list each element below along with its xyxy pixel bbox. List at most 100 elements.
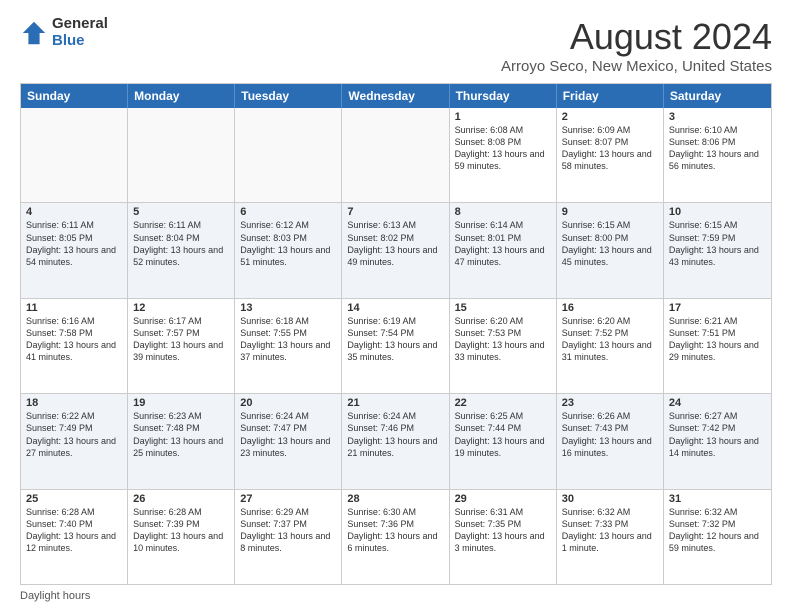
main-title: August 2024 [501, 16, 772, 58]
calendar-cell: 20Sunrise: 6:24 AM Sunset: 7:47 PM Dayli… [235, 394, 342, 488]
calendar-cell: 1Sunrise: 6:08 AM Sunset: 8:08 PM Daylig… [450, 108, 557, 202]
day-number: 10 [669, 206, 766, 218]
cell-content: Sunrise: 6:12 AM Sunset: 8:03 PM Dayligh… [240, 219, 336, 268]
day-number: 27 [240, 493, 336, 505]
calendar-cell: 24Sunrise: 6:27 AM Sunset: 7:42 PM Dayli… [664, 394, 771, 488]
calendar-cell: 2Sunrise: 6:09 AM Sunset: 8:07 PM Daylig… [557, 108, 664, 202]
cal-header-cell: Thursday [450, 84, 557, 108]
header: General Blue August 2024 Arroyo Seco, Ne… [20, 16, 772, 75]
day-number: 24 [669, 397, 766, 409]
day-number: 4 [26, 206, 122, 218]
cell-content: Sunrise: 6:22 AM Sunset: 7:49 PM Dayligh… [26, 410, 122, 459]
calendar-cell: 17Sunrise: 6:21 AM Sunset: 7:51 PM Dayli… [664, 299, 771, 393]
cell-content: Sunrise: 6:32 AM Sunset: 7:32 PM Dayligh… [669, 506, 766, 555]
day-number: 17 [669, 302, 766, 314]
calendar-body: 1Sunrise: 6:08 AM Sunset: 8:08 PM Daylig… [21, 108, 771, 584]
calendar-cell: 4Sunrise: 6:11 AM Sunset: 8:05 PM Daylig… [21, 203, 128, 297]
calendar-cell [21, 108, 128, 202]
cell-content: Sunrise: 6:24 AM Sunset: 7:46 PM Dayligh… [347, 410, 443, 459]
day-number: 7 [347, 206, 443, 218]
calendar-cell: 19Sunrise: 6:23 AM Sunset: 7:48 PM Dayli… [128, 394, 235, 488]
cal-header-cell: Friday [557, 84, 664, 108]
day-number: 2 [562, 111, 658, 123]
day-number: 23 [562, 397, 658, 409]
cell-content: Sunrise: 6:10 AM Sunset: 8:06 PM Dayligh… [669, 124, 766, 173]
day-number: 16 [562, 302, 658, 314]
cell-content: Sunrise: 6:21 AM Sunset: 7:51 PM Dayligh… [669, 315, 766, 364]
logo-blue: Blue [52, 33, 108, 50]
cell-content: Sunrise: 6:20 AM Sunset: 7:53 PM Dayligh… [455, 315, 551, 364]
cell-content: Sunrise: 6:23 AM Sunset: 7:48 PM Dayligh… [133, 410, 229, 459]
calendar-cell: 23Sunrise: 6:26 AM Sunset: 7:43 PM Dayli… [557, 394, 664, 488]
calendar-cell: 11Sunrise: 6:16 AM Sunset: 7:58 PM Dayli… [21, 299, 128, 393]
day-number: 1 [455, 111, 551, 123]
day-number: 26 [133, 493, 229, 505]
day-number: 22 [455, 397, 551, 409]
day-number: 13 [240, 302, 336, 314]
day-number: 15 [455, 302, 551, 314]
day-number: 20 [240, 397, 336, 409]
cell-content: Sunrise: 6:09 AM Sunset: 8:07 PM Dayligh… [562, 124, 658, 173]
cell-content: Sunrise: 6:16 AM Sunset: 7:58 PM Dayligh… [26, 315, 122, 364]
page: General Blue August 2024 Arroyo Seco, Ne… [0, 0, 792, 612]
cell-content: Sunrise: 6:26 AM Sunset: 7:43 PM Dayligh… [562, 410, 658, 459]
cell-content: Sunrise: 6:17 AM Sunset: 7:57 PM Dayligh… [133, 315, 229, 364]
day-number: 25 [26, 493, 122, 505]
calendar-cell: 6Sunrise: 6:12 AM Sunset: 8:03 PM Daylig… [235, 203, 342, 297]
calendar-header: SundayMondayTuesdayWednesdayThursdayFrid… [21, 84, 771, 108]
cal-header-cell: Saturday [664, 84, 771, 108]
cell-content: Sunrise: 6:31 AM Sunset: 7:35 PM Dayligh… [455, 506, 551, 555]
subtitle: Arroyo Seco, New Mexico, United States [501, 58, 772, 75]
cell-content: Sunrise: 6:11 AM Sunset: 8:05 PM Dayligh… [26, 219, 122, 268]
calendar-cell: 29Sunrise: 6:31 AM Sunset: 7:35 PM Dayli… [450, 490, 557, 584]
cell-content: Sunrise: 6:11 AM Sunset: 8:04 PM Dayligh… [133, 219, 229, 268]
calendar-cell: 15Sunrise: 6:20 AM Sunset: 7:53 PM Dayli… [450, 299, 557, 393]
calendar-cell [128, 108, 235, 202]
calendar-row: 4Sunrise: 6:11 AM Sunset: 8:05 PM Daylig… [21, 202, 771, 297]
logo-icon [20, 19, 48, 47]
logo-text: General Blue [52, 16, 108, 49]
day-number: 6 [240, 206, 336, 218]
calendar-cell: 12Sunrise: 6:17 AM Sunset: 7:57 PM Dayli… [128, 299, 235, 393]
day-number: 31 [669, 493, 766, 505]
cell-content: Sunrise: 6:08 AM Sunset: 8:08 PM Dayligh… [455, 124, 551, 173]
day-number: 30 [562, 493, 658, 505]
calendar-cell [235, 108, 342, 202]
calendar-row: 11Sunrise: 6:16 AM Sunset: 7:58 PM Dayli… [21, 298, 771, 393]
cell-content: Sunrise: 6:25 AM Sunset: 7:44 PM Dayligh… [455, 410, 551, 459]
footer: Daylight hours [20, 590, 772, 602]
day-number: 28 [347, 493, 443, 505]
calendar-cell: 25Sunrise: 6:28 AM Sunset: 7:40 PM Dayli… [21, 490, 128, 584]
day-number: 8 [455, 206, 551, 218]
day-number: 19 [133, 397, 229, 409]
calendar-cell: 22Sunrise: 6:25 AM Sunset: 7:44 PM Dayli… [450, 394, 557, 488]
calendar-cell: 28Sunrise: 6:30 AM Sunset: 7:36 PM Dayli… [342, 490, 449, 584]
title-section: August 2024 Arroyo Seco, New Mexico, Uni… [501, 16, 772, 75]
cell-content: Sunrise: 6:13 AM Sunset: 8:02 PM Dayligh… [347, 219, 443, 268]
daylight-hours-label: Daylight hours [20, 590, 90, 602]
cal-header-cell: Monday [128, 84, 235, 108]
day-number: 9 [562, 206, 658, 218]
cell-content: Sunrise: 6:14 AM Sunset: 8:01 PM Dayligh… [455, 219, 551, 268]
calendar-cell: 14Sunrise: 6:19 AM Sunset: 7:54 PM Dayli… [342, 299, 449, 393]
cell-content: Sunrise: 6:30 AM Sunset: 7:36 PM Dayligh… [347, 506, 443, 555]
day-number: 12 [133, 302, 229, 314]
calendar-cell [342, 108, 449, 202]
calendar-cell: 31Sunrise: 6:32 AM Sunset: 7:32 PM Dayli… [664, 490, 771, 584]
cell-content: Sunrise: 6:19 AM Sunset: 7:54 PM Dayligh… [347, 315, 443, 364]
calendar-cell: 10Sunrise: 6:15 AM Sunset: 7:59 PM Dayli… [664, 203, 771, 297]
calendar-cell: 16Sunrise: 6:20 AM Sunset: 7:52 PM Dayli… [557, 299, 664, 393]
calendar-cell: 5Sunrise: 6:11 AM Sunset: 8:04 PM Daylig… [128, 203, 235, 297]
calendar-cell: 21Sunrise: 6:24 AM Sunset: 7:46 PM Dayli… [342, 394, 449, 488]
day-number: 18 [26, 397, 122, 409]
calendar-cell: 13Sunrise: 6:18 AM Sunset: 7:55 PM Dayli… [235, 299, 342, 393]
day-number: 14 [347, 302, 443, 314]
calendar-cell: 8Sunrise: 6:14 AM Sunset: 8:01 PM Daylig… [450, 203, 557, 297]
calendar-cell: 9Sunrise: 6:15 AM Sunset: 8:00 PM Daylig… [557, 203, 664, 297]
cal-header-cell: Wednesday [342, 84, 449, 108]
calendar: SundayMondayTuesdayWednesdayThursdayFrid… [20, 83, 772, 585]
cal-header-cell: Sunday [21, 84, 128, 108]
cell-content: Sunrise: 6:15 AM Sunset: 7:59 PM Dayligh… [669, 219, 766, 268]
logo-general: General [52, 16, 108, 33]
calendar-cell: 27Sunrise: 6:29 AM Sunset: 7:37 PM Dayli… [235, 490, 342, 584]
